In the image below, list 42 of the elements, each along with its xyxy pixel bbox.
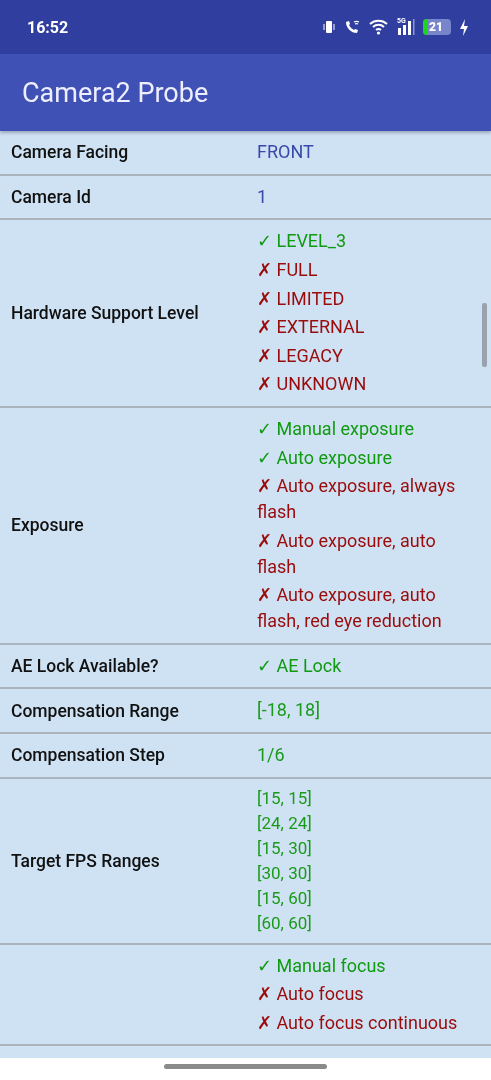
row-value: [-18, 18] bbox=[257, 698, 321, 723]
unsupported-item: ✗ EXTERNAL bbox=[257, 315, 366, 340]
row-value: [60, 60] bbox=[257, 911, 313, 935]
unsupported-item: ✗ Auto focus bbox=[257, 982, 365, 1007]
row-value: [15, 60] bbox=[257, 886, 313, 910]
row-value: [15, 15] bbox=[257, 786, 313, 810]
unsupported-item: ✗ Auto exposure, auto flash bbox=[257, 528, 437, 579]
row-value: 1 bbox=[257, 184, 269, 209]
supported-item: ✓ LEVEL_3 bbox=[257, 229, 347, 254]
row-label: Compensation Range bbox=[11, 700, 180, 721]
charging-icon bbox=[459, 18, 469, 36]
supported-item: ✓ Manual focus bbox=[257, 953, 387, 978]
row-value: FRONT bbox=[257, 140, 315, 164]
supported-item: ✓ Auto exposure bbox=[257, 445, 393, 470]
app-title: Camera2 Probe bbox=[22, 76, 209, 109]
row-label: Compensation Step bbox=[11, 745, 166, 766]
unsupported-item: ✗ LEGACY bbox=[257, 343, 344, 368]
row-value: [15, 30] bbox=[257, 836, 313, 860]
row-label: Exposure bbox=[11, 515, 85, 536]
row-value: [24, 24] bbox=[257, 811, 313, 835]
unsupported-item: ✗ Auto exposure, always flash bbox=[257, 474, 457, 525]
unsupported-item: ✗ Auto exposure, auto flash, red eye reduction bbox=[257, 583, 443, 634]
row-label: AE Lock Available? bbox=[11, 656, 160, 676]
row-label: Camera Facing bbox=[11, 142, 130, 163]
row-label: Hardware Support Level bbox=[11, 302, 200, 323]
clock: 16:52 bbox=[27, 17, 70, 37]
unsupported-item: ✗ UNKNOWN bbox=[257, 372, 368, 397]
wifi-icon bbox=[369, 19, 389, 35]
gesture-bar[interactable] bbox=[164, 1064, 327, 1069]
battery-icon: 21 bbox=[423, 19, 451, 35]
supported-item: ✓ AE Lock bbox=[257, 654, 343, 678]
supported-item: ✓ Manual exposure bbox=[257, 417, 415, 442]
row-value: [30, 30] bbox=[257, 861, 313, 885]
unsupported-item: ✗ LIMITED bbox=[257, 286, 346, 311]
unsupported-item: ✗ Auto focus continuous bbox=[257, 1011, 459, 1035]
row-label: Target FPS Ranges bbox=[11, 850, 161, 871]
phone-icon bbox=[344, 19, 361, 35]
vibrate-icon bbox=[322, 20, 336, 34]
row-value: 1/6 bbox=[257, 742, 286, 767]
row-label: Camera Id bbox=[11, 186, 92, 207]
scrollbar[interactable] bbox=[482, 303, 487, 367]
unsupported-item: ✗ FULL bbox=[257, 258, 319, 283]
